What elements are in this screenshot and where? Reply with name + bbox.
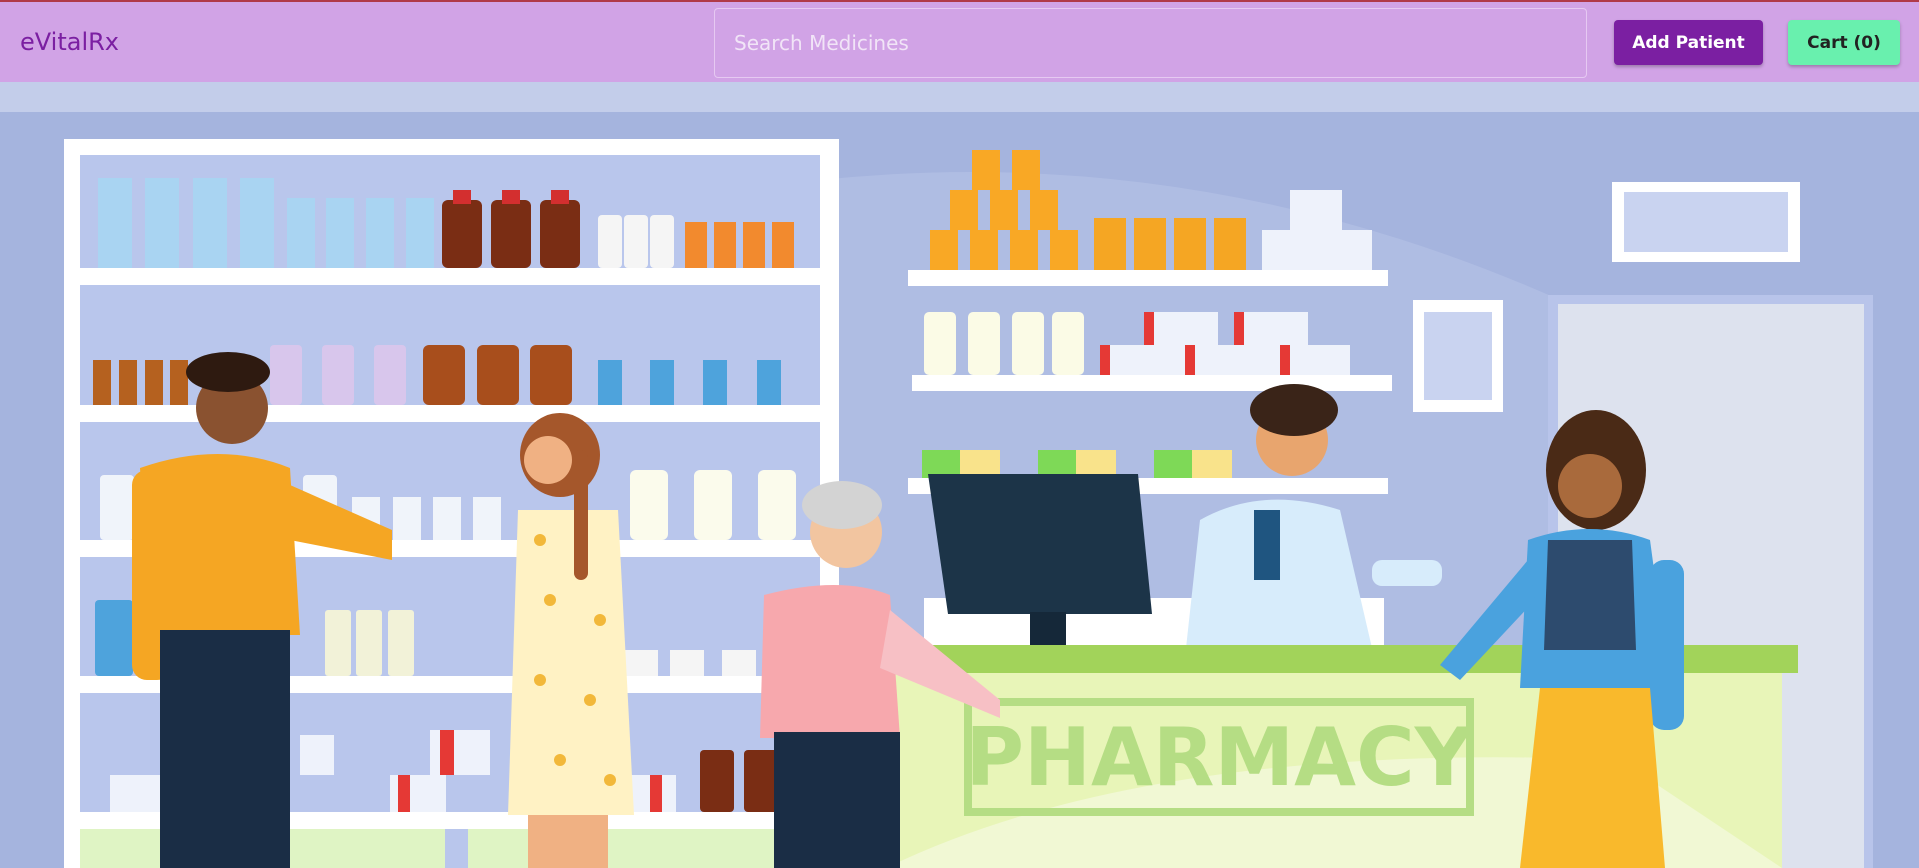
pharmacy-hero-illustration: PHARMACY	[0, 112, 1919, 868]
top-shelf-brown-bottles	[442, 190, 580, 268]
brand-logo[interactable]: eVitalRx	[20, 28, 119, 56]
add-patient-button[interactable]: Add Patient	[1614, 20, 1763, 65]
navbar-spacer	[0, 82, 1919, 112]
navbar: eVitalRx Add Patient Cart (0)	[0, 2, 1919, 82]
pharmacy-sign-text: PHARMACY	[965, 711, 1473, 804]
cart-button[interactable]: Cart (0)	[1788, 20, 1900, 65]
top-shelf-spray-bottles	[598, 215, 794, 268]
search-medicines-input[interactable]	[714, 8, 1587, 78]
